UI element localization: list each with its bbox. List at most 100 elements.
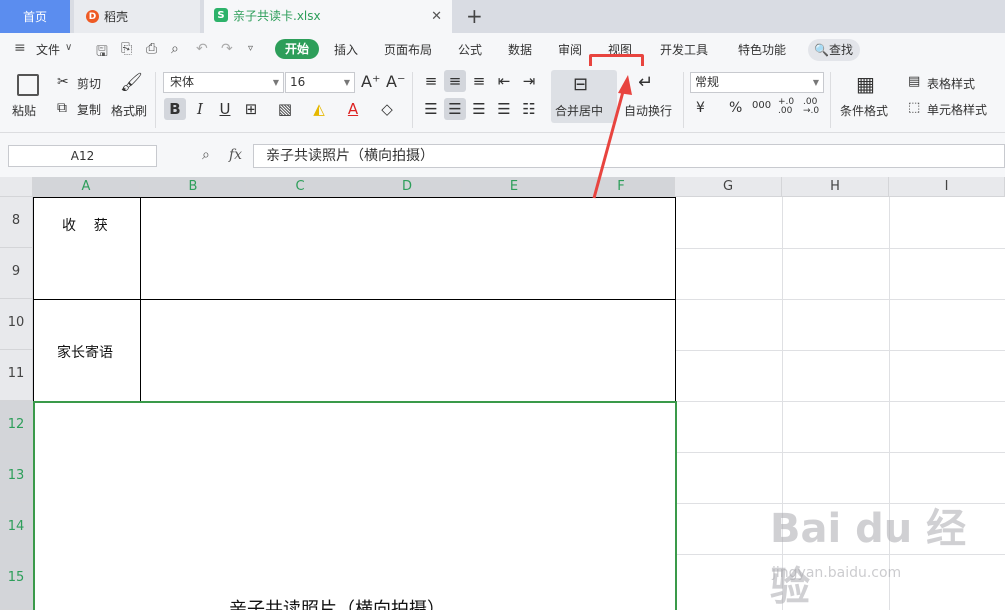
- conditional-format-label[interactable]: 条件格式: [840, 102, 888, 119]
- align-top-icon[interactable]: ≡: [420, 70, 442, 92]
- cell-a8-harvest[interactable]: [33, 197, 141, 300]
- format-painter-label[interactable]: 格式刷: [111, 102, 147, 119]
- cut-label[interactable]: 剪切: [77, 75, 101, 92]
- paste-label[interactable]: 粘贴: [12, 102, 36, 119]
- number-format-select[interactable]: 常规 ▼: [690, 72, 824, 93]
- undo-icon[interactable]: ↶: [196, 41, 208, 57]
- harvest-label: 收 获: [62, 218, 108, 234]
- font-size-select[interactable]: 16 ▼: [285, 72, 355, 93]
- formula-bar: A12 ⌕ fx 亲子共读照片（横向拍摄）: [0, 133, 1005, 177]
- font-color-icon[interactable]: A: [342, 98, 364, 120]
- row-header-15[interactable]: 15: [0, 554, 33, 610]
- tab-file[interactable]: S 亲子共读卡.xlsx ✕: [204, 0, 452, 33]
- tab-daoke-label: 稻壳: [104, 10, 129, 24]
- baidu-watermark-url: jingyan.baidu.com: [772, 565, 902, 581]
- column-header-i[interactable]: I: [889, 177, 1005, 197]
- copy-icon[interactable]: ⧉: [57, 100, 67, 116]
- justify-icon[interactable]: ☰: [493, 98, 515, 120]
- font-name-value: 宋体: [170, 75, 195, 89]
- chevron-down-icon[interactable]: ∨: [65, 42, 72, 53]
- align-bottom-icon[interactable]: ≡: [468, 70, 490, 92]
- distributed-icon[interactable]: ☷: [518, 98, 540, 120]
- copy-label[interactable]: 复制: [77, 101, 101, 118]
- select-all-corner[interactable]: [0, 177, 33, 197]
- font-name-select[interactable]: 宋体 ▼: [163, 72, 284, 93]
- column-header-h[interactable]: H: [782, 177, 889, 197]
- row-header-13[interactable]: 13: [0, 452, 33, 503]
- print-preview-icon[interactable]: ⌕: [171, 41, 179, 57]
- column-header-g[interactable]: G: [675, 177, 782, 197]
- gridline: [675, 299, 1005, 300]
- column-header-b[interactable]: B: [140, 177, 247, 197]
- column-header-d[interactable]: D: [354, 177, 461, 197]
- increase-font-icon[interactable]: A⁺: [361, 72, 380, 91]
- table-style-icon[interactable]: ▤: [908, 74, 920, 89]
- search-label: 查找: [828, 43, 853, 57]
- save-icon[interactable]: 🖫: [96, 41, 108, 65]
- menu-page-layout[interactable]: 页面布局: [384, 40, 432, 60]
- align-right-icon[interactable]: ☰: [468, 98, 490, 120]
- tab-daoke[interactable]: D 稻壳: [74, 0, 200, 33]
- menu-formula[interactable]: 公式: [458, 40, 482, 60]
- conditional-format-icon[interactable]: ▦: [856, 72, 875, 96]
- clear-format-icon[interactable]: ◇: [376, 98, 398, 120]
- bold-button[interactable]: B: [164, 98, 186, 120]
- export-pdf-icon[interactable]: ⎘: [121, 41, 132, 57]
- column-header-c[interactable]: C: [247, 177, 354, 197]
- decrease-decimal-button[interactable]: .00 →.0: [803, 98, 819, 116]
- menu-special[interactable]: 特色功能: [738, 40, 786, 60]
- thousands-button[interactable]: 000: [752, 100, 771, 111]
- menu-start[interactable]: 开始: [275, 39, 319, 59]
- photo-title-text: 亲子共读照片（横向拍摄）: [229, 599, 445, 610]
- indent-decrease-icon[interactable]: ⇤: [493, 70, 515, 92]
- tab-home[interactable]: 首页: [0, 0, 70, 33]
- quick-access-dropdown-icon[interactable]: ▿: [248, 43, 253, 54]
- menu-file[interactable]: 文件: [36, 40, 60, 60]
- hamburger-icon[interactable]: ≡: [14, 40, 26, 56]
- cell-b10-parent-note-content[interactable]: [140, 299, 676, 402]
- row-header-11[interactable]: 11: [0, 350, 33, 401]
- column-header-a[interactable]: A: [33, 177, 140, 197]
- wrap-text-icon[interactable]: ↵: [638, 72, 653, 93]
- currency-button[interactable]: ¥: [696, 100, 705, 116]
- search-button[interactable]: 🔍查找: [808, 39, 860, 61]
- percent-button[interactable]: %: [729, 100, 742, 116]
- row-header-10[interactable]: 10: [0, 299, 33, 350]
- fx-icon[interactable]: fx: [229, 147, 242, 163]
- menu-data[interactable]: 数据: [508, 40, 532, 60]
- row-header-14[interactable]: 14: [0, 503, 33, 554]
- menu-developer[interactable]: 开发工具: [660, 40, 708, 60]
- align-center-icon[interactable]: ☰: [444, 98, 466, 120]
- row-header-12[interactable]: 12: [0, 401, 33, 452]
- align-middle-icon[interactable]: ≡: [444, 70, 466, 92]
- decrease-font-icon[interactable]: A⁻: [386, 72, 405, 91]
- new-tab-plus-icon[interactable]: +: [466, 4, 483, 28]
- align-left-icon[interactable]: ☰: [420, 98, 442, 120]
- print-icon[interactable]: ⎙: [146, 41, 157, 57]
- table-style-label[interactable]: 表格样式: [927, 75, 975, 92]
- cell-style-icon[interactable]: ⬚: [908, 100, 920, 115]
- zoom-search-icon[interactable]: ⌕: [202, 147, 210, 163]
- paste-icon[interactable]: [17, 74, 39, 96]
- fill-color-icon[interactable]: ◭: [308, 98, 330, 120]
- format-painter-icon[interactable]: 🖌: [120, 72, 143, 93]
- dropdown-arrow-icon: ▼: [812, 78, 819, 87]
- menu-review[interactable]: 审阅: [558, 40, 582, 60]
- redo-icon[interactable]: ↷: [221, 41, 233, 57]
- column-header-e[interactable]: E: [461, 177, 568, 197]
- border-icon[interactable]: ⊞: [240, 98, 262, 120]
- menu-insert[interactable]: 插入: [334, 40, 358, 60]
- gridline: [675, 248, 1005, 249]
- row-header-9[interactable]: 9: [0, 248, 33, 299]
- name-box[interactable]: A12: [8, 145, 157, 167]
- cell-style-label[interactable]: 单元格样式: [927, 101, 987, 118]
- increase-decimal-button[interactable]: +.0 .00: [778, 98, 794, 116]
- cell-a12-selected[interactable]: [33, 401, 677, 610]
- row-header-8[interactable]: 8: [0, 197, 33, 248]
- close-icon[interactable]: ✕: [431, 9, 442, 24]
- underline-button[interactable]: U: [214, 98, 236, 120]
- italic-button[interactable]: I: [189, 98, 211, 120]
- scissors-icon[interactable]: ✂: [57, 74, 69, 90]
- fill-shading-icon[interactable]: ▧: [274, 98, 296, 120]
- indent-increase-icon[interactable]: ⇥: [518, 70, 540, 92]
